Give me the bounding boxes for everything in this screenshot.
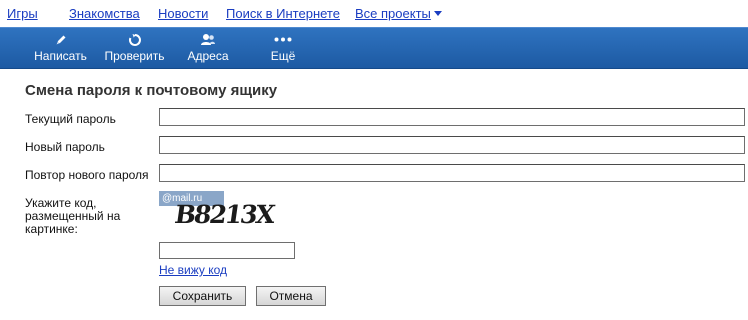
refresh-icon [104,32,165,47]
addresses-button[interactable]: Адреса [187,32,229,63]
current-password-label: Текущий пароль [25,112,116,126]
captcha-image: @mail.ru B8213X [159,191,289,231]
repeat-password-label: Повтор нового пароля [25,168,149,182]
repeat-password-input[interactable] [159,164,745,182]
check-mail-label: Проверить [104,49,165,63]
nav-link-all-projects[interactable]: Все проекты [355,6,442,21]
more-dots-icon [270,32,296,47]
captcha-code: B8213X [172,200,276,229]
cant-see-code-link[interactable]: Не вижу код [159,263,227,277]
cancel-button[interactable]: Отмена [256,286,326,306]
captcha-code-input[interactable] [159,242,295,259]
page-title: Смена пароля к почтовому ящику [25,82,278,99]
check-mail-button[interactable]: Проверить [104,32,165,63]
more-label: Ещё [270,49,296,63]
new-password-input[interactable] [159,136,745,154]
nav-link-dating[interactable]: Знакомства [69,6,140,21]
compose-label: Написать [34,49,87,63]
top-navigation: Игры Знакомства Новости Поиск в Интернет… [0,0,748,26]
save-button[interactable]: Сохранить [159,286,246,306]
all-projects-label: Все проекты [355,6,431,21]
chevron-down-icon [433,11,442,16]
pencil-icon [33,32,88,47]
more-button[interactable]: Ещё [270,32,296,63]
nav-link-search[interactable]: Поиск в Интернете [226,6,340,21]
current-password-input[interactable] [159,108,745,126]
compose-button[interactable]: Написать [33,32,88,63]
nav-link-games[interactable]: Игры [7,6,38,21]
nav-link-news[interactable]: Новости [158,6,208,21]
captcha-label: Укажите код, размещенный на картинке: [25,196,121,236]
mail-toolbar: Написать Проверить Адреса Ещё [0,27,748,69]
contacts-icon [187,32,229,47]
addresses-label: Адреса [187,49,229,63]
new-password-label: Новый пароль [25,140,105,154]
